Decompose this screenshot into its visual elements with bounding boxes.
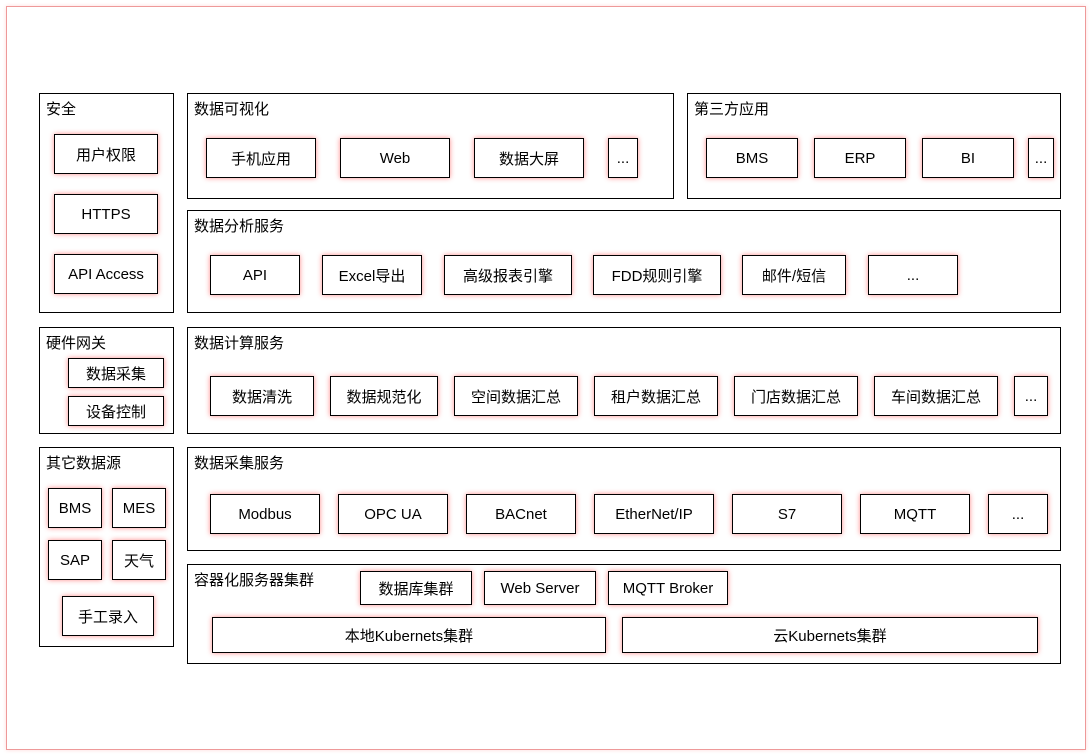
group-visualization: 数据可视化 手机应用 Web 数据大屏 ... [187, 93, 674, 199]
cell-data-screen: 数据大屏 [474, 138, 584, 178]
cell-local-k8s: 本地Kubernets集群 [212, 617, 606, 653]
cell-mqtt: MQTT [860, 494, 970, 534]
cell-ethernet-ip: EtherNet/IP [594, 494, 714, 534]
diagram-canvas: 安全 用户权限 HTTPS API Access 硬件网关 数据采集 设备控制 … [6, 6, 1086, 750]
cell-fdd-engine: FDD规则引擎 [593, 255, 721, 295]
group-title-compute: 数据计算服务 [194, 332, 284, 353]
cell-mail-sms: 邮件/短信 [742, 255, 846, 295]
cell-sap-source: SAP [48, 540, 102, 580]
cell-api: API [210, 255, 300, 295]
group-title-analysis: 数据分析服务 [194, 215, 284, 236]
cell-compute-more: ... [1014, 376, 1048, 416]
cell-space-agg: 空间数据汇总 [454, 376, 578, 416]
group-title-security: 安全 [46, 98, 76, 119]
group-security: 安全 用户权限 HTTPS API Access [39, 93, 174, 313]
cell-db-cluster: 数据库集群 [360, 571, 472, 605]
cell-bms-source: BMS [48, 488, 102, 528]
group-title-other-sources: 其它数据源 [46, 452, 121, 473]
cell-bi: BI [922, 138, 1014, 178]
cell-collect-more: ... [988, 494, 1048, 534]
group-title-collect: 数据采集服务 [194, 452, 284, 473]
group-title-gateway: 硬件网关 [46, 332, 106, 353]
cell-excel-export: Excel导出 [322, 255, 422, 295]
cell-opcua: OPC UA [338, 494, 448, 534]
cell-device-control: 设备控制 [68, 396, 164, 426]
cell-modbus: Modbus [210, 494, 320, 534]
cell-web-server: Web Server [484, 571, 596, 605]
group-third-party: 第三方应用 BMS ERP BI ... [687, 93, 1061, 199]
group-other-sources: 其它数据源 BMS MES SAP 天气 手工录入 [39, 447, 174, 647]
cell-data-normalize: 数据规范化 [330, 376, 438, 416]
cell-mes-source: MES [112, 488, 166, 528]
cell-bacnet: BACnet [466, 494, 576, 534]
cell-store-agg: 门店数据汇总 [734, 376, 858, 416]
cell-s7: S7 [732, 494, 842, 534]
cell-bms: BMS [706, 138, 798, 178]
cell-analysis-more: ... [868, 255, 958, 295]
cell-visualization-more: ... [608, 138, 638, 178]
cell-web: Web [340, 138, 450, 178]
cell-erp: ERP [814, 138, 906, 178]
cell-thirdparty-more: ... [1028, 138, 1054, 178]
cell-data-clean: 数据清洗 [210, 376, 314, 416]
group-compute: 数据计算服务 数据清洗 数据规范化 空间数据汇总 租户数据汇总 门店数据汇总 车… [187, 327, 1061, 434]
cell-report-engine: 高级报表引擎 [444, 255, 572, 295]
cell-mobile-app: 手机应用 [206, 138, 316, 178]
cell-api-access: API Access [54, 254, 158, 294]
group-collect: 数据采集服务 Modbus OPC UA BACnet EtherNet/IP … [187, 447, 1061, 551]
cell-weather-source: 天气 [112, 540, 166, 580]
group-title-visualization: 数据可视化 [194, 98, 269, 119]
cell-manual-input: 手工录入 [62, 596, 154, 636]
group-title-cluster: 容器化服务器集群 [194, 569, 314, 590]
cell-cloud-k8s: 云Kubernets集群 [622, 617, 1038, 653]
group-gateway: 硬件网关 数据采集 设备控制 [39, 327, 174, 434]
group-cluster: 容器化服务器集群 数据库集群 Web Server MQTT Broker 本地… [187, 564, 1061, 664]
cell-workshop-agg: 车间数据汇总 [874, 376, 998, 416]
group-title-third-party: 第三方应用 [694, 98, 769, 119]
cell-mqtt-broker: MQTT Broker [608, 571, 728, 605]
cell-tenant-agg: 租户数据汇总 [594, 376, 718, 416]
group-analysis: 数据分析服务 API Excel导出 高级报表引擎 FDD规则引擎 邮件/短信 … [187, 210, 1061, 313]
cell-https: HTTPS [54, 194, 158, 234]
cell-user-permission: 用户权限 [54, 134, 158, 174]
cell-data-collect: 数据采集 [68, 358, 164, 388]
